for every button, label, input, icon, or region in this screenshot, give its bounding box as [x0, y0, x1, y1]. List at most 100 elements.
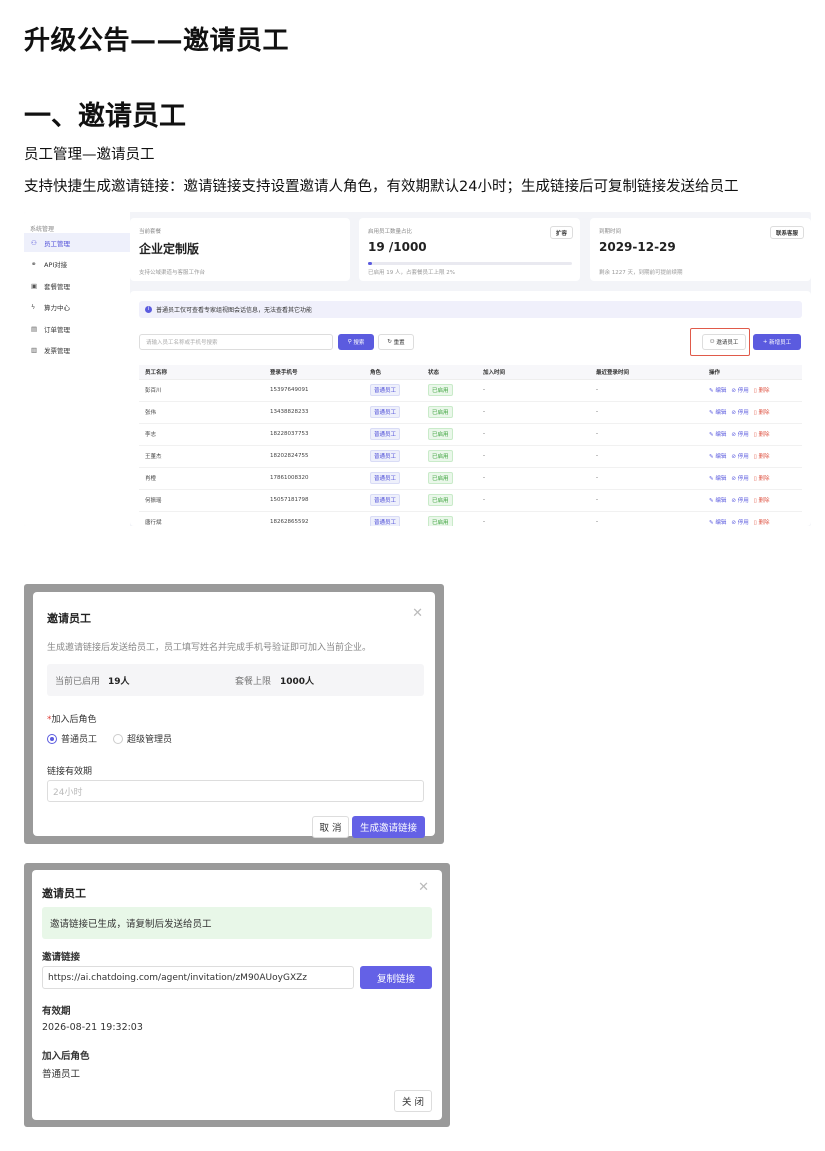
delete-link[interactable]: ▯ 删除	[754, 476, 770, 482]
disable-link[interactable]: ⊘ 停用	[731, 432, 748, 438]
plan-card: 当前套餐 企业定制版 支持公域渠道与客服工作台	[130, 218, 350, 281]
employee-phone-cell: 18202824755	[264, 445, 364, 468]
role-tag-cell: 普通员工	[364, 467, 422, 490]
status-badge-cell: 已启用	[422, 423, 477, 446]
validity-input[interactable]: 24小时	[47, 780, 424, 802]
employee-phone-cell: 15057181798	[264, 489, 364, 512]
delete-label: 删除	[758, 388, 770, 394]
search-button-label: 搜索	[353, 340, 365, 346]
generate-link-button[interactable]: 生成邀请链接	[352, 816, 425, 838]
sidebar-item[interactable]: ▣ 套餐管理	[24, 276, 130, 295]
sidebar-item-label: API对接	[44, 261, 68, 269]
close-icon[interactable]: ✕	[418, 880, 429, 895]
search-input[interactable]: 请输入员工名称或手机号搜索	[139, 334, 333, 350]
delete-link[interactable]: ▯ 删除	[754, 388, 770, 394]
sidebar-caption: 系统管理	[30, 226, 55, 233]
edit-link[interactable]: ✎ 编辑	[709, 498, 726, 504]
delete-link[interactable]: ▯ 删除	[754, 432, 770, 438]
role-tag: 普通员工	[370, 472, 401, 484]
close-button[interactable]: 关 闭	[394, 1090, 432, 1112]
copy-link-button[interactable]: 复制链接	[360, 966, 432, 989]
delete-link[interactable]: ▯ 删除	[754, 454, 770, 460]
role-option-label: 普通员工	[61, 735, 98, 745]
delete-link[interactable]: ▯ 删除	[754, 520, 770, 526]
sidebar-item[interactable]: ⚇ 员工管理	[24, 233, 130, 252]
seats-value: 19 /1000	[368, 240, 427, 254]
disable-link[interactable]: ⊘ 停用	[731, 476, 748, 482]
disable-label: 停用	[737, 410, 749, 416]
invite-employee-button[interactable]: ⚇ 邀请员工	[702, 334, 746, 350]
employee-name: 何振瑶	[145, 498, 162, 504]
cancel-button[interactable]: 取 消	[312, 816, 349, 838]
reset-button[interactable]: ↻ 重置	[378, 334, 414, 350]
plan-sub: 支持公域渠道与客服工作台	[139, 270, 206, 276]
sidebar-item[interactable]: ϟ 算力中心	[24, 298, 130, 317]
plan-value: 企业定制版	[139, 242, 200, 256]
expiry-card: 到期时间 联系客服 2029-12-29 剩余 1227 天，到期前可提前续期	[590, 218, 811, 281]
radio-checked-icon	[47, 733, 57, 744]
sidebar: 系统管理 ⚇ 员工管理 ⚭ API对接 ▣ 套餐管理 ϟ 算力中心 ▤ 订单管理 ▥ 发票管理	[24, 212, 130, 526]
expand-button[interactable]: 扩容	[549, 226, 573, 239]
last-login-time: -	[596, 453, 598, 459]
edit-label: 编辑	[715, 476, 727, 482]
disable-link[interactable]: ⊘ 停用	[731, 454, 748, 460]
new-employee-button[interactable]: + 新增员工	[753, 334, 801, 350]
sidebar-item-label: 员工管理	[44, 239, 70, 248]
delete-label: 删除	[758, 498, 770, 504]
delete-link[interactable]: ▯ 删除	[754, 498, 770, 504]
role-tag-cell: 普通员工	[364, 511, 422, 526]
disable-link[interactable]: ⊘ 停用	[731, 520, 748, 526]
plan-caption: 当前套餐	[139, 229, 162, 235]
sidebar-item[interactable]: ▤ 订单管理	[24, 319, 130, 338]
table-row: 王董杰 18202824755 普通员工 已启用 - - ✎ 编辑 ⊘ 停用 ▯ 删除	[139, 445, 802, 468]
disable-link[interactable]: ⊘ 停用	[731, 498, 748, 504]
section-title: 一、邀请员工	[24, 101, 186, 132]
edit-link[interactable]: ✎ 编辑	[709, 410, 726, 416]
employee-name: 张伟	[145, 410, 157, 416]
edit-link[interactable]: ✎ 编辑	[709, 520, 726, 526]
user-add-icon: ⚇	[709, 339, 717, 345]
join-time-cell: -	[477, 445, 590, 468]
seats-progress-bar	[368, 262, 572, 265]
actions-cell: ✎ 编辑 ⊘ 停用 ▯ 删除	[703, 511, 802, 526]
enabled-label: 当前已启用	[55, 677, 101, 687]
delete-label: 删除	[758, 432, 770, 438]
edit-link[interactable]: ✎ 编辑	[709, 388, 726, 394]
sidebar-item[interactable]: ▥ 发票管理	[24, 341, 130, 360]
last-login-time-cell: -	[590, 467, 703, 490]
close-icon[interactable]: ✕	[412, 606, 423, 621]
disable-link[interactable]: ⊘ 停用	[731, 410, 748, 416]
sidebar-item[interactable]: ⚭ API对接	[24, 255, 130, 274]
role-tag-cell: 普通员工	[364, 379, 422, 402]
disable-link[interactable]: ⊘ 停用	[731, 388, 748, 394]
status-badge: 已启用	[428, 450, 453, 462]
role-tag: 普通员工	[370, 494, 401, 506]
table-row: 何振瑶 15057181798 普通员工 已启用 - - ✎ 编辑 ⊘ 停用 ▯ 删除	[139, 489, 802, 512]
role-radio-admin[interactable]: 超级管理员	[113, 732, 172, 745]
status-badge: 已启用	[428, 406, 453, 418]
join-time-cell: -	[477, 489, 590, 512]
join-time: -	[483, 387, 485, 393]
employee-name-cell: 张伟	[139, 401, 264, 424]
expiry-value: 2026-08-21 19:32:03	[42, 1022, 143, 1033]
role-radio-employee[interactable]: 普通员工	[47, 732, 97, 745]
role-value: 普通员工	[42, 1069, 81, 1080]
employee-phone: 18262865592	[270, 519, 309, 525]
edit-link[interactable]: ✎ 编辑	[709, 432, 726, 438]
join-time-cell: -	[477, 423, 590, 446]
actions-cell: ✎ 编辑 ⊘ 停用 ▯ 删除	[703, 467, 802, 490]
column-header: 最近登录时间	[590, 365, 703, 380]
table-row: 唐行斌 18262865592 普通员工 已启用 - - ✎ 编辑 ⊘ 停用 ▯ 删除	[139, 511, 802, 526]
contact-support-button[interactable]: 联系客服	[769, 226, 804, 239]
join-time: -	[483, 431, 485, 437]
invite-link-field[interactable]: https://ai.chatdoing.com/agent/invitatio…	[42, 966, 354, 989]
edit-link[interactable]: ✎ 编辑	[709, 454, 726, 460]
delete-link[interactable]: ▯ 删除	[754, 410, 770, 416]
search-button[interactable]: ⚲ 搜索	[338, 334, 374, 350]
document-title: 升级公告——邀请员工	[24, 26, 290, 56]
status-badge: 已启用	[428, 384, 453, 396]
last-login-time-cell: -	[590, 423, 703, 446]
employee-name-cell: 彭百川	[139, 379, 264, 402]
notice-text: 普通员工仅可查看专家组视图会话信息，无法查看其它功能	[156, 307, 313, 314]
edit-link[interactable]: ✎ 编辑	[709, 476, 726, 482]
